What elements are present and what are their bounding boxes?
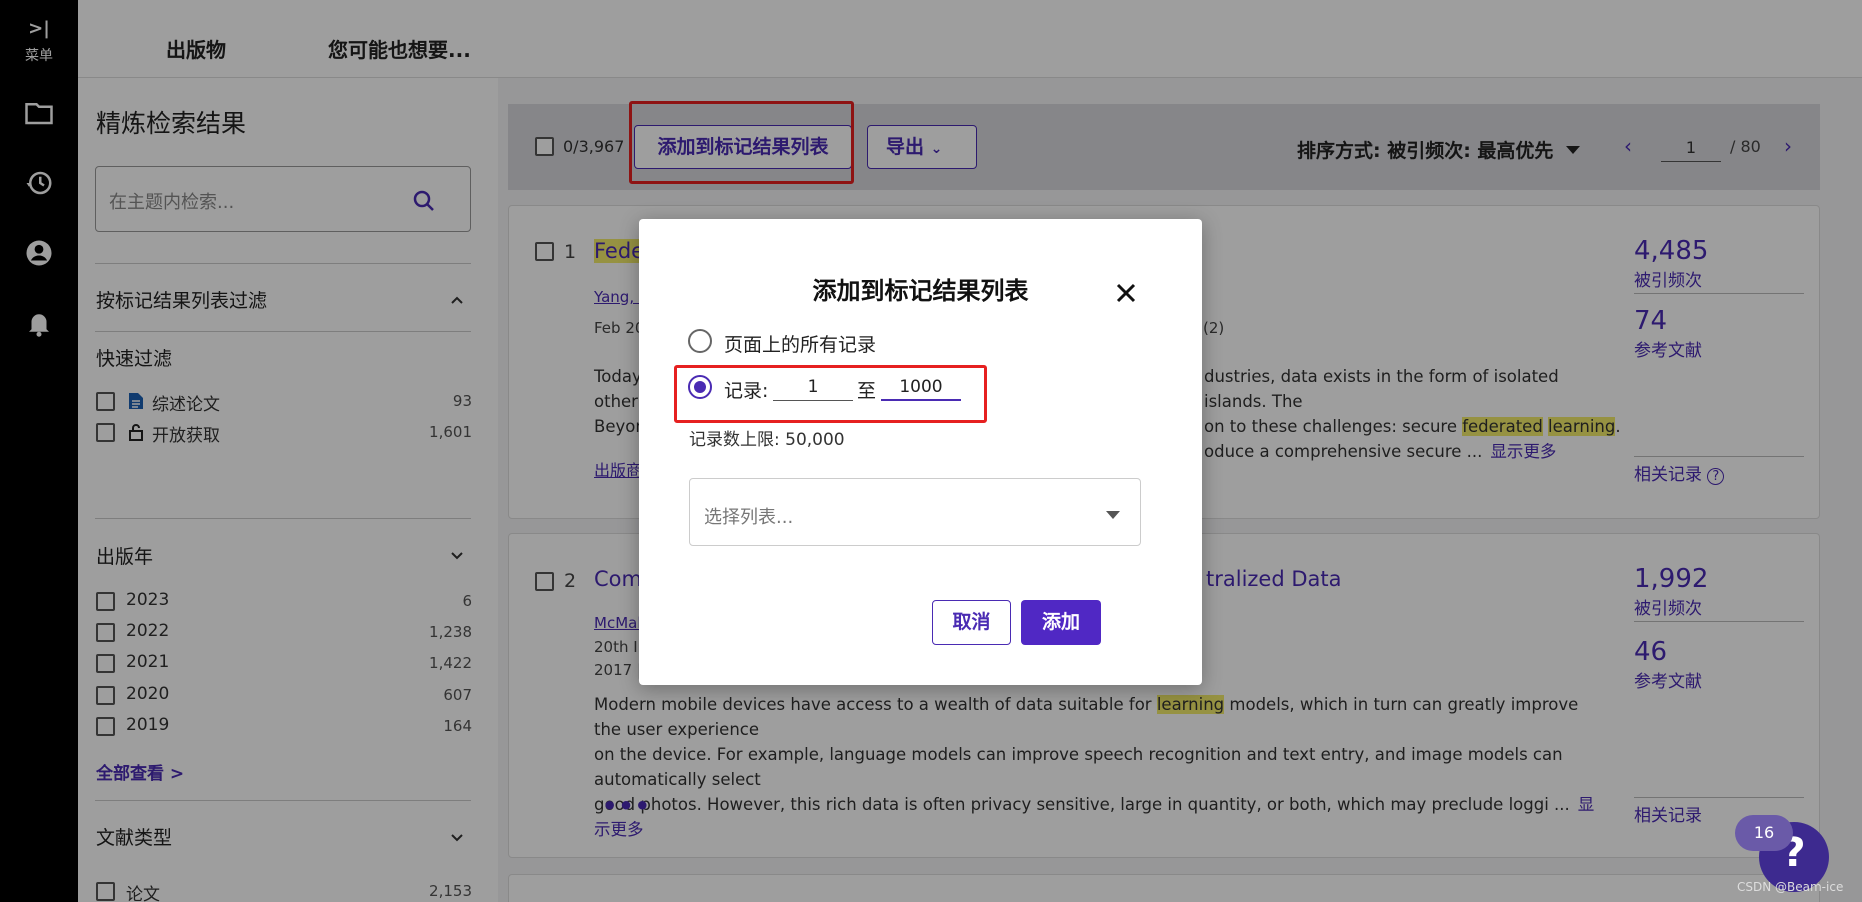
record-limit-text: 记录数上限: 50,000	[689, 430, 845, 450]
select-list-dropdown[interactable]: 选择列表...	[689, 478, 1141, 546]
select-placeholder: 选择列表...	[704, 507, 794, 528]
cancel-button[interactable]: 取消	[932, 600, 1011, 645]
radio-all-records[interactable]	[688, 329, 712, 353]
red-highlight-box	[674, 365, 987, 423]
close-icon[interactable]	[1115, 282, 1137, 304]
help-badge: 16	[1735, 815, 1793, 851]
watermark: CSDN @Beam-ice	[1737, 880, 1844, 894]
radio-all-label: 页面上的所有记录	[724, 334, 877, 356]
caret-down-icon	[1106, 511, 1120, 519]
add-to-marked-list-dialog: 添加到标记结果列表 页面上的所有记录 记录: 1 至 1000 记录数上限: 5…	[639, 219, 1202, 685]
add-button[interactable]: 添加	[1021, 600, 1101, 645]
